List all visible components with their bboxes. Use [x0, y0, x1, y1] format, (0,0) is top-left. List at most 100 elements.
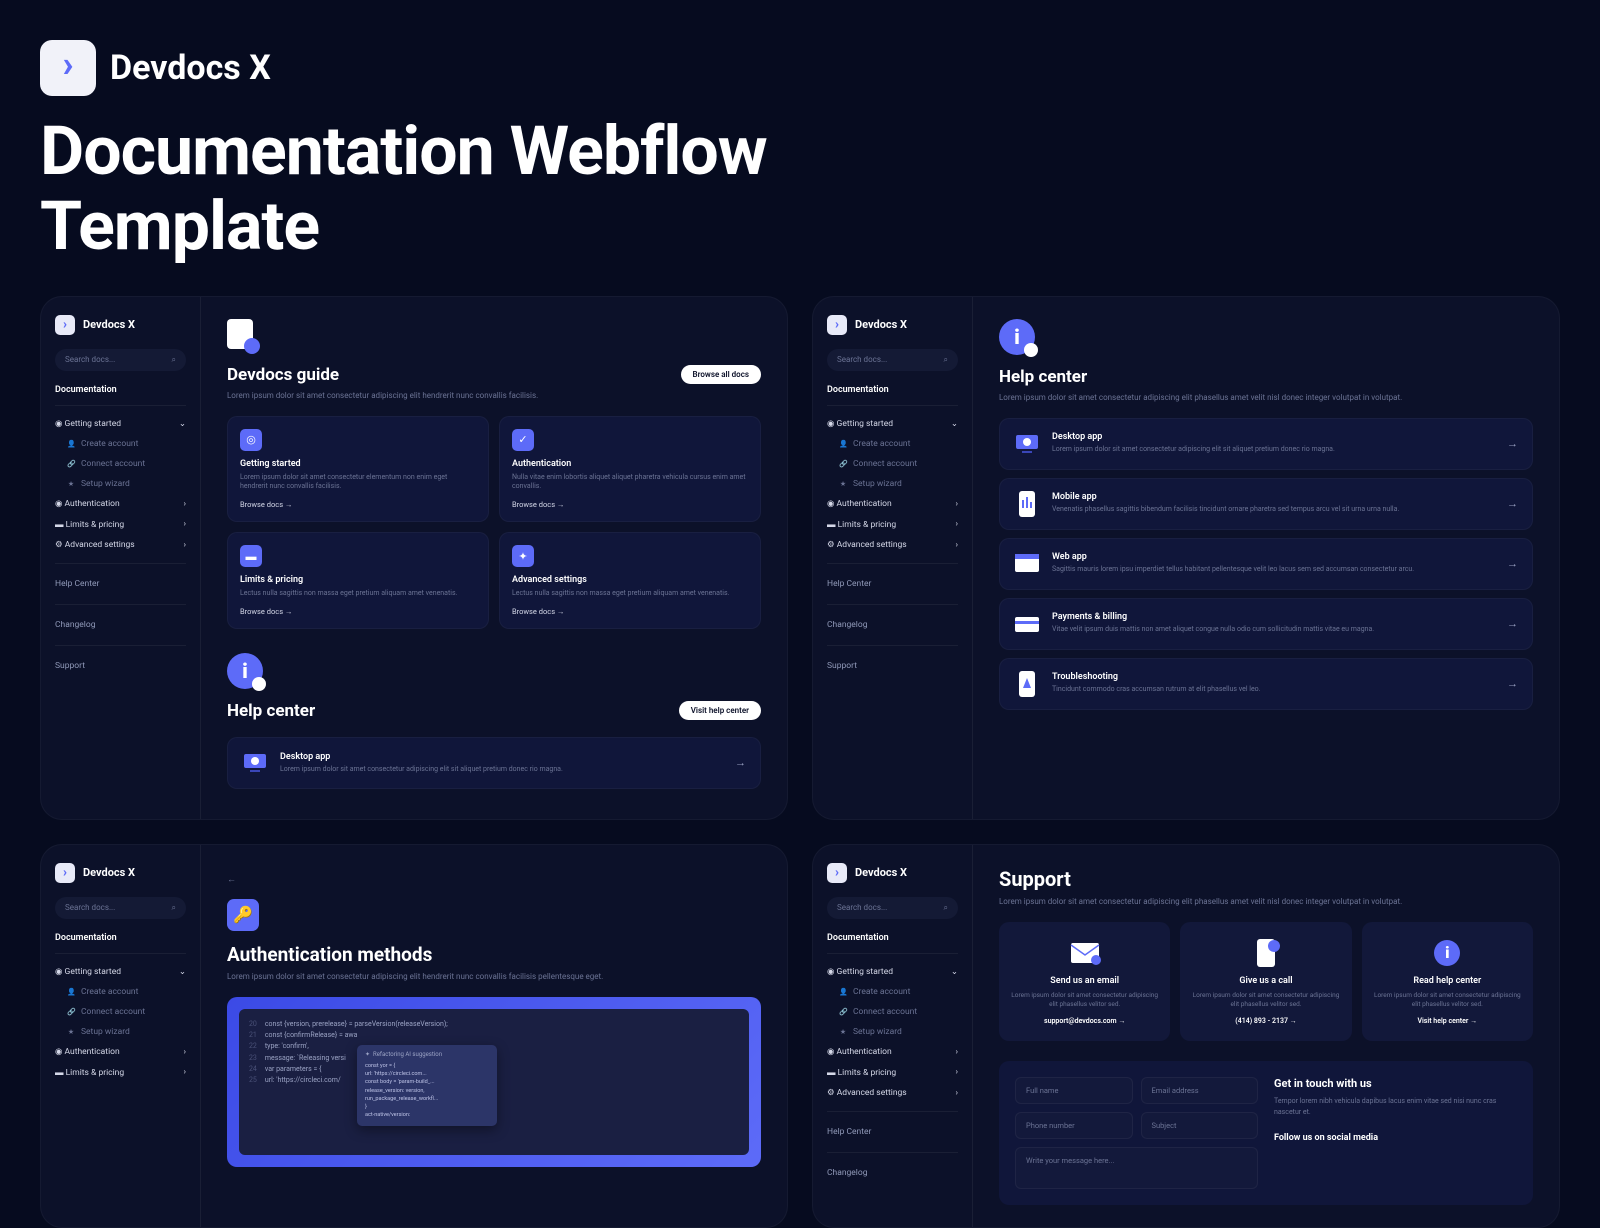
- nav-create-account[interactable]: 👤Create account: [55, 982, 186, 1002]
- card-title: Give us a call: [1192, 976, 1339, 986]
- nav-limits-pricing[interactable]: ▬ Limits & pricing›: [55, 1062, 186, 1083]
- nav-advanced-settings[interactable]: ⚙ Advanced settings›: [827, 535, 958, 555]
- search-input[interactable]: Search docs...⌕: [55, 897, 186, 919]
- nav-getting-started[interactable]: ◉ Getting started⌄: [827, 962, 958, 982]
- search-input[interactable]: Search docs...⌕: [827, 349, 958, 371]
- row-title: Desktop app: [1052, 432, 1495, 442]
- nav-create-account[interactable]: 👤Create account: [827, 434, 958, 454]
- card-getting-started[interactable]: ◎Getting startedLorem ipsum dolor sit am…: [227, 416, 489, 523]
- chevron-right-icon: ›: [955, 540, 958, 550]
- link-help-center[interactable]: Help Center: [827, 1120, 958, 1144]
- help-center-title: Help center: [999, 367, 1533, 387]
- message-textarea[interactable]: Write your message here...: [1015, 1147, 1258, 1189]
- nav-setup-wizard[interactable]: ★Setup wizard: [827, 1022, 958, 1042]
- help-row[interactable]: Desktop appLorem ipsum dolor sit amet co…: [999, 418, 1533, 470]
- nav-authentication[interactable]: ◉ Authentication›: [827, 1042, 958, 1062]
- star-icon: ★: [67, 480, 75, 488]
- section-title: Documentation: [827, 933, 958, 943]
- app-icon: [1014, 491, 1040, 517]
- search-input[interactable]: Search docs...⌕: [827, 897, 958, 919]
- link-support[interactable]: Support: [55, 654, 186, 678]
- nav-limits-pricing[interactable]: ▬ Limits & pricing›: [55, 514, 186, 535]
- support-help-card[interactable]: iRead help centerLorem ipsum dolor sit a…: [1362, 922, 1533, 1041]
- browse-all-button[interactable]: Browse all docs: [681, 365, 761, 384]
- card-advanced-settings[interactable]: ✦Advanced settingsLectus nulla sagittis …: [499, 532, 761, 629]
- back-button[interactable]: ←: [227, 874, 236, 885]
- nav-getting-started[interactable]: ◉ Getting started⌄: [827, 414, 958, 434]
- card-desc: Lectus nulla sagittis non massa eget pre…: [240, 589, 476, 599]
- chevron-right-icon: ›: [955, 519, 958, 529]
- sidebar: ›Devdocs X Search docs...⌕ Documentation…: [813, 297, 973, 819]
- card-title: Getting started: [240, 459, 476, 469]
- card-limits-pricing[interactable]: ▬Limits & pricingLectus nulla sagittis n…: [227, 532, 489, 629]
- help-row[interactable]: Web appSagittis mauris lorem ipsu imperd…: [999, 538, 1533, 590]
- link-help-center[interactable]: Help Center: [827, 572, 958, 596]
- nav-limits-pricing[interactable]: ▬ Limits & pricing›: [827, 1062, 958, 1083]
- subject-input[interactable]: Subject: [1141, 1112, 1259, 1139]
- target-icon: ◎: [240, 429, 262, 451]
- support-email-card[interactable]: Send us an emailLorem ipsum dolor sit am…: [999, 922, 1170, 1041]
- nav-connect-account[interactable]: 🔗Connect account: [827, 454, 958, 474]
- star-icon: ★: [839, 480, 847, 488]
- nav-getting-started[interactable]: ◉ Getting started⌄: [55, 962, 186, 982]
- card-link[interactable]: Browse docs →: [240, 607, 476, 616]
- nav-authentication[interactable]: ◉ Authentication›: [55, 494, 186, 514]
- panel-help-center: ›Devdocs X Search docs...⌕ Documentation…: [812, 296, 1560, 820]
- arrow-right-icon: →: [1507, 557, 1518, 570]
- phone-input[interactable]: Phone number: [1015, 1112, 1133, 1139]
- logo-icon: [40, 40, 96, 96]
- app-icon: [1014, 611, 1040, 637]
- panel-support: ›Devdocs X Search docs...⌕ Documentation…: [812, 844, 1560, 1228]
- nav-connect-account[interactable]: 🔗Connect account: [55, 1002, 186, 1022]
- nav-create-account[interactable]: 👤Create account: [55, 434, 186, 454]
- support-phone-card[interactable]: Give us a callLorem ipsum dolor sit amet…: [1180, 922, 1351, 1041]
- search-input[interactable]: Search docs...⌕: [55, 349, 186, 371]
- card-title: Send us an email: [1011, 976, 1158, 986]
- help-row-desktop[interactable]: Desktop appLorem ipsum dolor sit amet co…: [227, 737, 761, 789]
- link-support[interactable]: Support: [827, 654, 958, 678]
- key-icon: 🔑: [227, 899, 259, 931]
- app-icon: [1014, 431, 1040, 457]
- search-icon: ⌕: [172, 903, 176, 913]
- nav-setup-wizard[interactable]: ★Setup wizard: [827, 474, 958, 494]
- nav-getting-started[interactable]: ◉ Getting started⌄: [55, 414, 186, 434]
- check-icon: ✓: [512, 429, 534, 451]
- visit-help-button[interactable]: Visit help center: [679, 701, 761, 720]
- chevron-down-icon: ⌄: [951, 967, 958, 977]
- wrench-icon: ✦: [512, 545, 534, 567]
- card-authentication[interactable]: ✓AuthenticationNulla vitae enim lobortis…: [499, 416, 761, 523]
- link-changelog[interactable]: Changelog: [827, 1161, 958, 1185]
- card-link[interactable]: support@devdocs.com →: [1011, 1017, 1158, 1025]
- link-changelog[interactable]: Changelog: [827, 613, 958, 637]
- email-input[interactable]: Email address: [1141, 1077, 1259, 1104]
- help-row[interactable]: Mobile appVenenatis phasellus sagittis b…: [999, 478, 1533, 530]
- nav-create-account[interactable]: 👤Create account: [827, 982, 958, 1002]
- link-icon: 🔗: [839, 1008, 847, 1016]
- help-row[interactable]: Payments & billingVitae velit ipsum duis…: [999, 598, 1533, 650]
- nav-advanced-settings[interactable]: ⚙ Advanced settings›: [55, 535, 186, 555]
- chevron-down-icon: ⌄: [951, 419, 958, 429]
- nav-connect-account[interactable]: 🔗Connect account: [827, 1002, 958, 1022]
- card-link[interactable]: Browse docs →: [512, 607, 748, 616]
- help-row[interactable]: TroubleshootingTincidunt commodo cras ac…: [999, 658, 1533, 710]
- fullname-input[interactable]: Full name: [1015, 1077, 1133, 1104]
- nav-authentication[interactable]: ◉ Authentication›: [55, 1042, 186, 1062]
- nav-setup-wizard[interactable]: ★Setup wizard: [55, 1022, 186, 1042]
- nav-limits-pricing[interactable]: ▬ Limits & pricing›: [827, 514, 958, 535]
- card-desc: Lectus nulla sagittis non massa eget pre…: [512, 589, 748, 599]
- logo-icon: ›: [55, 863, 75, 883]
- card-link[interactable]: Browse docs →: [240, 500, 476, 509]
- sidebar: ›Devdocs X Search docs...⌕ Documentation…: [41, 297, 201, 819]
- link-changelog[interactable]: Changelog: [55, 613, 186, 637]
- card-link[interactable]: Visit help center →: [1374, 1017, 1521, 1025]
- card-link[interactable]: (414) 893 - 2137 →: [1192, 1017, 1339, 1025]
- mail-icon: [1070, 938, 1100, 968]
- nav-advanced-settings[interactable]: ⚙ Advanced settings›: [827, 1083, 958, 1103]
- nav-connect-account[interactable]: 🔗Connect account: [55, 454, 186, 474]
- nav-authentication[interactable]: ◉ Authentication›: [827, 494, 958, 514]
- nav-setup-wizard[interactable]: ★Setup wizard: [55, 474, 186, 494]
- card-link[interactable]: Browse docs →: [512, 500, 748, 509]
- auth-title: Authentication methods: [227, 943, 761, 966]
- link-help-center[interactable]: Help Center: [55, 572, 186, 596]
- star-icon: ★: [67, 1028, 75, 1036]
